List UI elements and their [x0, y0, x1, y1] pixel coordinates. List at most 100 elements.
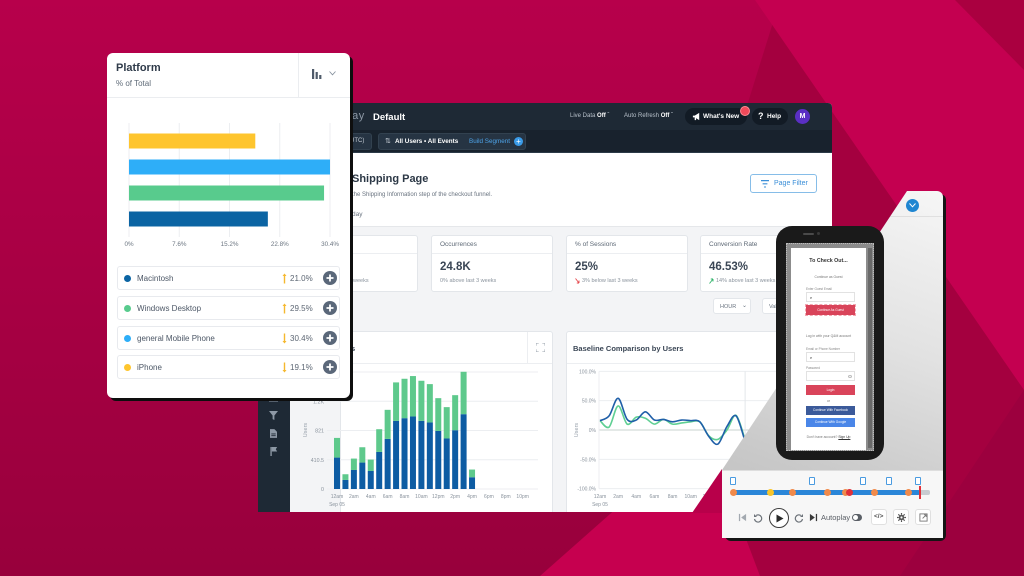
platform-breakdown-panel: Platform % of Total 0% 7.6% 15.2% 22.8% 30.4… [107, 53, 350, 398]
legend-item-iphone[interactable]: iPhone 19.1% [117, 355, 340, 379]
collapse-button[interactable] [906, 199, 919, 212]
page-view-icon[interactable] [915, 477, 922, 485]
trend-up-icon [282, 273, 287, 284]
signup-prompt: Don't have account? [806, 435, 838, 439]
event-marker-yellow[interactable] [766, 489, 774, 496]
add-filter-icon[interactable] [323, 331, 337, 345]
trend-down-icon [282, 362, 287, 373]
code-icon: </> [874, 513, 884, 520]
skip-to-end-icon[interactable] [809, 513, 818, 522]
bar-windows-desktop [129, 185, 325, 201]
event-marker-red[interactable] [845, 489, 853, 496]
x-tick-label: 30.4% [321, 241, 339, 248]
page-view-icon[interactable] [860, 477, 867, 485]
x-tick-label: 15.2% [221, 241, 239, 248]
legend-value: 29.5% [290, 304, 313, 313]
signup-link[interactable]: Sign Up [838, 435, 850, 439]
add-filter-icon[interactable] [323, 301, 337, 315]
panel-title: Platform [116, 62, 161, 74]
timeline-playhead[interactable] [919, 486, 922, 499]
fast-forward-icon[interactable] [794, 513, 804, 523]
chart-type-selector[interactable] [307, 65, 343, 85]
bar-chart-icon [312, 69, 322, 79]
signup-row: Don't have account? Sign Up [791, 435, 866, 439]
rewind-icon[interactable] [753, 513, 763, 523]
guest-email-input[interactable]: e [806, 292, 855, 302]
divider [107, 97, 350, 98]
legend-label: Macintosh [137, 274, 174, 283]
legend-label: general Mobile Phone [137, 334, 215, 343]
guest-email-value: e [810, 295, 813, 300]
legend-color-dot [124, 364, 131, 371]
checkout-title: To Check Out... [809, 258, 848, 264]
platform-bar-chart: 0% 7.6% 15.2% 22.8% 30.4% [124, 123, 339, 248]
toggle-knob [853, 515, 858, 520]
chevron-down-icon [329, 71, 336, 76]
email-label: Email or Phone Number [806, 347, 841, 351]
settings-button[interactable] [893, 509, 909, 525]
event-marker-orange[interactable] [788, 489, 796, 496]
external-link-icon [919, 513, 928, 522]
event-marker-orange[interactable] [824, 489, 832, 496]
autoplay-label: Autoplay [821, 513, 851, 522]
bar-iphone [129, 133, 256, 149]
login-button[interactable]: Login [806, 385, 855, 395]
add-filter-icon[interactable] [323, 360, 337, 374]
event-marker-orange[interactable] [729, 489, 737, 496]
autoplay-toggle[interactable] [852, 514, 862, 521]
phone-speaker [803, 233, 814, 235]
event-marker-orange[interactable] [904, 489, 912, 496]
gear-icon [897, 513, 906, 522]
legend-label: iPhone [137, 363, 162, 372]
page-view-icon[interactable] [885, 477, 892, 485]
legend-value: 30.4% [290, 334, 313, 343]
play-button[interactable] [769, 508, 789, 528]
background-wedge-shape [692, 469, 722, 513]
x-tick-label: 22.8% [271, 241, 289, 248]
page-view-icon[interactable] [730, 477, 736, 485]
open-external-button[interactable] [915, 509, 931, 525]
email-value: e [810, 355, 813, 360]
replay-timeline[interactable] [729, 477, 930, 499]
chevron-down-icon [909, 203, 916, 208]
x-tick-label: 7.6% [172, 241, 187, 248]
facebook-login-button[interactable]: Continue With Facebook [806, 406, 855, 415]
play-icon [776, 514, 784, 522]
legend-color-dot [124, 305, 131, 312]
legend-label: Windows Desktop [137, 304, 202, 313]
legend-value: 21.0% [290, 274, 313, 283]
phone-screen: To Check Out... Continue as Guest Enter … [786, 243, 874, 451]
legend-item-windows-desktop[interactable]: Windows Desktop 29.5% [117, 296, 340, 320]
legend-value: 19.1% [290, 363, 313, 372]
email-input[interactable]: e [806, 352, 855, 362]
continue-as-guest-button[interactable]: Continue As Guest [805, 304, 856, 316]
login-heading: Log in with your Q&M account [805, 334, 852, 338]
password-label: Password [806, 366, 820, 370]
add-filter-icon[interactable] [323, 271, 337, 285]
guest-email-label: Enter Guest Email [806, 287, 832, 291]
dev-tools-button[interactable]: </> [871, 509, 887, 525]
skip-to-start-icon[interactable] [738, 513, 747, 522]
trend-up-icon [282, 303, 287, 314]
phone-camera [817, 232, 820, 235]
screenshot-canvas: ray Default Live Data Off ˇ Auto Refresh… [0, 0, 1024, 576]
divider [298, 53, 299, 97]
checkout-login-page: To Check Out... Continue as Guest Enter … [791, 248, 866, 450]
page-view-icon[interactable] [808, 477, 815, 485]
trend-down-icon [282, 333, 287, 344]
or-separator: or [826, 399, 830, 403]
google-login-button[interactable]: Continue With Google [806, 418, 855, 427]
show-password-icon[interactable] [848, 375, 852, 378]
phone-mockup: To Check Out... Continue as Guest Enter … [776, 226, 884, 460]
bar-general-mobile-phone [129, 159, 330, 175]
legend-color-dot [124, 335, 131, 342]
legend-item-macintosh[interactable]: Macintosh 21.0% [117, 266, 340, 290]
x-tick-label: 0% [124, 241, 134, 248]
panel-subtitle: % of Total [116, 79, 151, 88]
password-input[interactable] [806, 371, 855, 381]
legend-item-general-mobile-phone[interactable]: general Mobile Phone 30.4% [117, 326, 340, 350]
phone-scrollbar[interactable] [868, 248, 872, 448]
guest-heading: Continue as Guest [814, 275, 843, 279]
replay-controls-area: Autoplay </> [722, 470, 943, 538]
bar-macintosh [129, 211, 268, 227]
